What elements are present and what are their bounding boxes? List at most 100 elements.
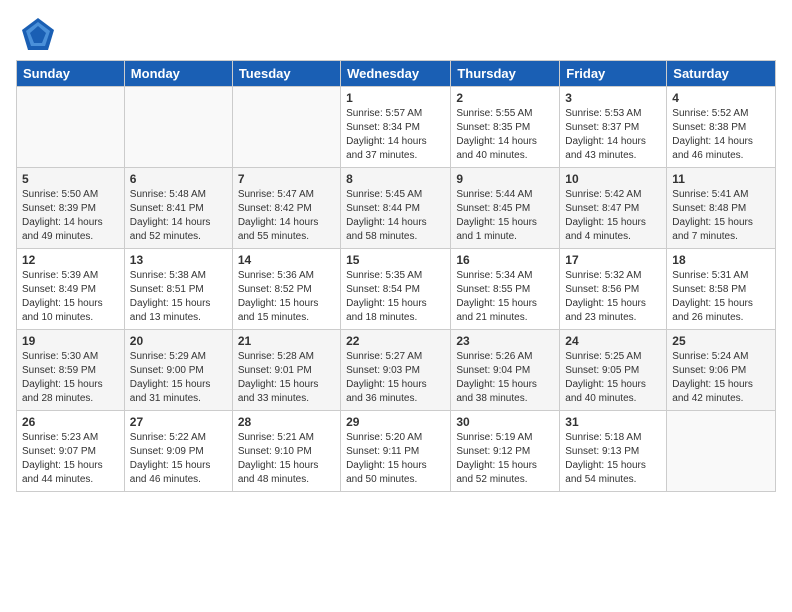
day-cell: 15 Sunrise: 5:35 AM Sunset: 8:54 PM Dayli… (341, 249, 451, 330)
day-cell: 6 Sunrise: 5:48 AM Sunset: 8:41 PM Daylig… (124, 168, 232, 249)
day-info: Sunrise: 5:48 AM Sunset: 8:41 PM Dayligh… (130, 188, 227, 244)
day-number: 24 (565, 334, 661, 348)
day-info: Sunrise: 5:26 AM Sunset: 9:04 PM Dayligh… (456, 350, 554, 406)
day-number: 20 (130, 334, 227, 348)
day-number: 22 (346, 334, 445, 348)
day-cell (232, 87, 340, 168)
day-info: Sunrise: 5:22 AM Sunset: 9:09 PM Dayligh… (130, 431, 227, 487)
day-cell: 29 Sunrise: 5:20 AM Sunset: 9:11 PM Dayli… (341, 411, 451, 492)
calendar-table: SundayMondayTuesdayWednesdayThursdayFrid… (16, 60, 776, 492)
day-info: Sunrise: 5:35 AM Sunset: 8:54 PM Dayligh… (346, 269, 445, 325)
day-cell: 12 Sunrise: 5:39 AM Sunset: 8:49 PM Dayli… (17, 249, 125, 330)
day-number: 13 (130, 253, 227, 267)
day-info: Sunrise: 5:39 AM Sunset: 8:49 PM Dayligh… (22, 269, 119, 325)
day-cell: 8 Sunrise: 5:45 AM Sunset: 8:44 PM Daylig… (341, 168, 451, 249)
day-info: Sunrise: 5:28 AM Sunset: 9:01 PM Dayligh… (238, 350, 335, 406)
day-number: 10 (565, 172, 661, 186)
day-number: 3 (565, 91, 661, 105)
day-info: Sunrise: 5:25 AM Sunset: 9:05 PM Dayligh… (565, 350, 661, 406)
day-cell: 23 Sunrise: 5:26 AM Sunset: 9:04 PM Dayli… (451, 330, 560, 411)
days-header-row: SundayMondayTuesdayWednesdayThursdayFrid… (17, 61, 776, 87)
day-number: 29 (346, 415, 445, 429)
day-number: 12 (22, 253, 119, 267)
day-number: 23 (456, 334, 554, 348)
day-number: 2 (456, 91, 554, 105)
day-header-sunday: Sunday (17, 61, 125, 87)
day-cell: 31 Sunrise: 5:18 AM Sunset: 9:13 PM Dayli… (560, 411, 667, 492)
day-number: 14 (238, 253, 335, 267)
day-info: Sunrise: 5:18 AM Sunset: 9:13 PM Dayligh… (565, 431, 661, 487)
week-row-2: 5 Sunrise: 5:50 AM Sunset: 8:39 PM Daylig… (17, 168, 776, 249)
day-cell: 18 Sunrise: 5:31 AM Sunset: 8:58 PM Dayli… (667, 249, 776, 330)
day-info: Sunrise: 5:52 AM Sunset: 8:38 PM Dayligh… (672, 107, 770, 163)
day-cell: 16Sunrise: 5:34 AM Sunset: 8:55 PM Dayli… (451, 249, 560, 330)
day-number: 5 (22, 172, 119, 186)
day-cell (17, 87, 125, 168)
day-number: 15 (346, 253, 445, 267)
day-cell: 3Sunrise: 5:53 AM Sunset: 8:37 PM Daylig… (560, 87, 667, 168)
day-info: Sunrise: 5:44 AM Sunset: 8:45 PM Dayligh… (456, 188, 554, 244)
day-cell: 7 Sunrise: 5:47 AM Sunset: 8:42 PM Daylig… (232, 168, 340, 249)
day-cell: 10 Sunrise: 5:42 AM Sunset: 8:47 PM Dayli… (560, 168, 667, 249)
day-info: Sunrise: 5:41 AM Sunset: 8:48 PM Dayligh… (672, 188, 770, 244)
day-info: Sunrise: 5:38 AM Sunset: 8:51 PM Dayligh… (130, 269, 227, 325)
day-number: 9 (456, 172, 554, 186)
day-cell: 22Sunrise: 5:27 AM Sunset: 9:03 PM Dayli… (341, 330, 451, 411)
day-cell: 1 Sunrise: 5:57 AM Sunset: 8:34 PM Daylig… (341, 87, 451, 168)
day-info: Sunrise: 5:57 AM Sunset: 8:34 PM Dayligh… (346, 107, 445, 163)
day-number: 18 (672, 253, 770, 267)
day-number: 27 (130, 415, 227, 429)
day-info: Sunrise: 5:23 AM Sunset: 9:07 PM Dayligh… (22, 431, 119, 487)
week-row-1: 1 Sunrise: 5:57 AM Sunset: 8:34 PM Daylig… (17, 87, 776, 168)
day-info: Sunrise: 5:32 AM Sunset: 8:56 PM Dayligh… (565, 269, 661, 325)
day-cell (667, 411, 776, 492)
day-info: Sunrise: 5:24 AM Sunset: 9:06 PM Dayligh… (672, 350, 770, 406)
day-info: Sunrise: 5:31 AM Sunset: 8:58 PM Dayligh… (672, 269, 770, 325)
day-number: 17 (565, 253, 661, 267)
day-cell: 13 Sunrise: 5:38 AM Sunset: 8:51 PM Dayli… (124, 249, 232, 330)
day-info: Sunrise: 5:29 AM Sunset: 9:00 PM Dayligh… (130, 350, 227, 406)
day-cell: 4Sunrise: 5:52 AM Sunset: 8:38 PM Daylig… (667, 87, 776, 168)
day-header-saturday: Saturday (667, 61, 776, 87)
day-cell: 25 Sunrise: 5:24 AM Sunset: 9:06 PM Dayli… (667, 330, 776, 411)
day-cell: 28 Sunrise: 5:21 AM Sunset: 9:10 PM Dayli… (232, 411, 340, 492)
day-cell: 24 Sunrise: 5:25 AM Sunset: 9:05 PM Dayli… (560, 330, 667, 411)
day-cell (124, 87, 232, 168)
day-number: 26 (22, 415, 119, 429)
week-row-5: 26 Sunrise: 5:23 AM Sunset: 9:07 PM Dayli… (17, 411, 776, 492)
day-cell: 20 Sunrise: 5:29 AM Sunset: 9:00 PM Dayli… (124, 330, 232, 411)
day-number: 30 (456, 415, 554, 429)
day-cell: 9 Sunrise: 5:44 AM Sunset: 8:45 PM Daylig… (451, 168, 560, 249)
day-info: Sunrise: 5:20 AM Sunset: 9:11 PM Dayligh… (346, 431, 445, 487)
day-header-wednesday: Wednesday (341, 61, 451, 87)
day-info: Sunrise: 5:55 AM Sunset: 8:35 PM Dayligh… (456, 107, 554, 163)
day-cell: 17 Sunrise: 5:32 AM Sunset: 8:56 PM Dayli… (560, 249, 667, 330)
day-cell: 14 Sunrise: 5:36 AM Sunset: 8:52 PM Dayli… (232, 249, 340, 330)
page-header (16, 16, 776, 52)
day-info: Sunrise: 5:19 AM Sunset: 9:12 PM Dayligh… (456, 431, 554, 487)
day-info: Sunrise: 5:36 AM Sunset: 8:52 PM Dayligh… (238, 269, 335, 325)
day-cell: 26 Sunrise: 5:23 AM Sunset: 9:07 PM Dayli… (17, 411, 125, 492)
logo-icon (20, 16, 56, 52)
day-number: 6 (130, 172, 227, 186)
day-number: 8 (346, 172, 445, 186)
day-info: Sunrise: 5:50 AM Sunset: 8:39 PM Dayligh… (22, 188, 119, 244)
day-cell: 19 Sunrise: 5:30 AM Sunset: 8:59 PM Dayli… (17, 330, 125, 411)
day-number: 7 (238, 172, 335, 186)
week-row-3: 12 Sunrise: 5:39 AM Sunset: 8:49 PM Dayli… (17, 249, 776, 330)
day-info: Sunrise: 5:42 AM Sunset: 8:47 PM Dayligh… (565, 188, 661, 244)
day-info: Sunrise: 5:30 AM Sunset: 8:59 PM Dayligh… (22, 350, 119, 406)
day-header-monday: Monday (124, 61, 232, 87)
day-info: Sunrise: 5:45 AM Sunset: 8:44 PM Dayligh… (346, 188, 445, 244)
day-info: Sunrise: 5:21 AM Sunset: 9:10 PM Dayligh… (238, 431, 335, 487)
day-info: Sunrise: 5:47 AM Sunset: 8:42 PM Dayligh… (238, 188, 335, 244)
day-header-friday: Friday (560, 61, 667, 87)
day-number: 25 (672, 334, 770, 348)
logo (16, 16, 56, 52)
day-number: 28 (238, 415, 335, 429)
day-number: 19 (22, 334, 119, 348)
day-number: 1 (346, 91, 445, 105)
day-number: 31 (565, 415, 661, 429)
day-cell: 30 Sunrise: 5:19 AM Sunset: 9:12 PM Dayli… (451, 411, 560, 492)
day-header-tuesday: Tuesday (232, 61, 340, 87)
